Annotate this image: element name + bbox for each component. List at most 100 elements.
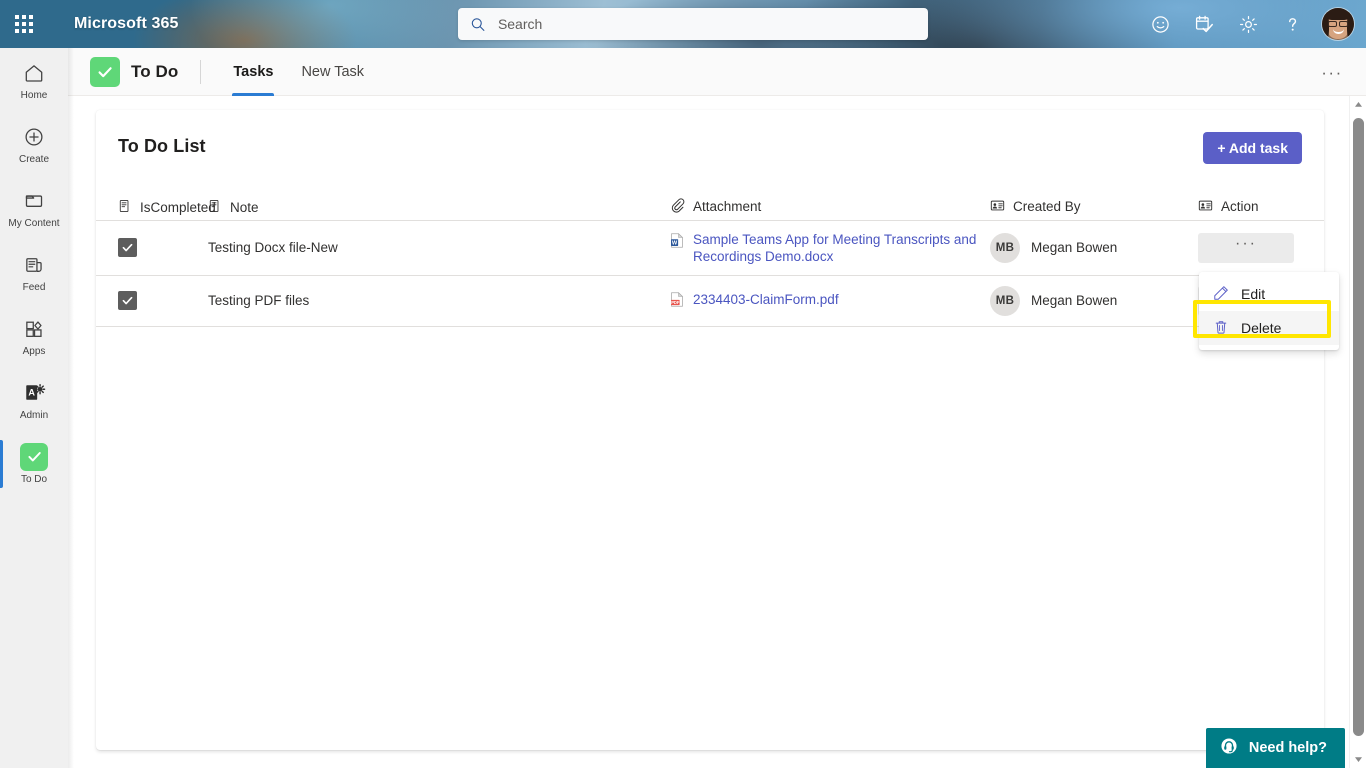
row-action-menu-button[interactable]: ···: [1198, 232, 1294, 263]
checkmark-icon: [90, 56, 120, 87]
home-icon: [23, 59, 45, 87]
sidebar-item-label: Admin: [19, 409, 49, 421]
sidebar-item-admin[interactable]: A Admin: [0, 368, 68, 432]
checkbox-completed[interactable]: [118, 291, 137, 310]
cell-attachment: W Sample Teams App for Meeting Transcrip…: [670, 220, 990, 276]
pencil-icon: [1213, 285, 1229, 304]
avatar: MB: [990, 285, 1020, 316]
calendar-check-icon[interactable]: [1182, 0, 1226, 48]
sidebar-item-feed[interactable]: Feed: [0, 240, 68, 304]
contact-card-icon: [1198, 198, 1213, 216]
attachment-link[interactable]: Sample Teams App for Meeting Transcripts…: [693, 231, 990, 265]
sidebar-item-apps[interactable]: Apps: [0, 304, 68, 368]
need-help-button[interactable]: Need help?: [1205, 728, 1345, 768]
suite-brand-label[interactable]: Microsoft 365: [74, 15, 178, 33]
vertical-scrollbar[interactable]: [1349, 96, 1366, 768]
gear-icon[interactable]: [1226, 0, 1270, 48]
column-header-label: Attachment: [693, 199, 762, 214]
add-task-button[interactable]: + Add task: [1203, 132, 1302, 164]
table-body: Testing Docx file-New W Sample Teams App…: [96, 220, 1324, 327]
page-content-area: To Do List + Add task IsCompleted Note A…: [68, 96, 1366, 768]
card-title: To Do List: [118, 136, 206, 156]
suite-actions: [1138, 0, 1358, 48]
caret-up-icon[interactable]: [1350, 96, 1366, 113]
search-icon: [471, 17, 485, 31]
note-doc-icon: [118, 199, 132, 216]
card-header: To Do List + Add task: [96, 110, 1324, 186]
avatar: MB: [990, 232, 1020, 263]
cell-iscompleted: [96, 220, 208, 276]
tab-new-task[interactable]: New Task: [287, 48, 378, 96]
help-question-icon[interactable]: [1270, 0, 1314, 48]
sidebar-item-my-content[interactable]: My Content: [0, 176, 68, 240]
app-more-options-button[interactable]: ···: [1320, 62, 1344, 84]
table-header: IsCompleted Note Attachment Created By A…: [96, 186, 1324, 221]
sidebar-item-label: My Content: [8, 217, 60, 229]
trash-icon: [1213, 319, 1229, 338]
search-box[interactable]: [458, 8, 928, 40]
cell-note: Testing Docx file-New: [208, 220, 670, 276]
sidebar-item-home[interactable]: Home: [0, 48, 68, 112]
need-help-label: Need help?: [1248, 740, 1327, 756]
context-menu-item-edit[interactable]: Edit: [1199, 277, 1339, 311]
context-menu-item-delete[interactable]: Delete: [1199, 311, 1339, 345]
sidebar-item-to-do[interactable]: To Do: [0, 432, 68, 496]
cell-created-by: MB Megan Bowen: [990, 220, 1198, 276]
sidebar-item-label: Home: [20, 89, 48, 101]
scrollbar-thumb[interactable]: [1353, 118, 1364, 736]
left-navigation-rail: Home Create My Content Feed Apps A Admin…: [0, 48, 74, 768]
column-header-label: Note: [230, 199, 259, 215]
column-header-attachment[interactable]: Attachment: [670, 186, 990, 221]
context-menu-item-label: Delete: [1241, 320, 1282, 336]
created-by-name: Megan Bowen: [1031, 240, 1118, 255]
tasks-table: IsCompleted Note Attachment Created By A…: [96, 186, 1324, 327]
sidebar-item-label: To Do: [20, 473, 48, 485]
tab-label: New Task: [301, 63, 365, 80]
folder-icon: [23, 187, 45, 215]
note-text: Testing Docx file-New: [208, 240, 338, 255]
column-header-action[interactable]: Action: [1198, 186, 1324, 221]
cell-iscompleted: [96, 275, 208, 327]
feedback-smiley-icon[interactable]: [1138, 0, 1182, 48]
app-launcher-icon[interactable]: [0, 0, 48, 48]
app-header-bar: To Do Tasks New Task ···: [68, 48, 1366, 96]
column-header-iscompleted[interactable]: IsCompleted: [96, 186, 216, 221]
plus-circle-icon: [23, 123, 45, 151]
table-row[interactable]: Testing Docx file-New W Sample Teams App…: [96, 220, 1324, 276]
suite-header-bar: Microsoft 365: [0, 0, 1366, 48]
table-row[interactable]: Testing PDF files PDF 2334403-ClaimForm.…: [96, 275, 1324, 327]
column-header-label: Action: [1221, 199, 1259, 214]
divider: [200, 59, 202, 84]
tab-label: Tasks: [233, 63, 274, 80]
sidebar-item-label: Feed: [22, 281, 46, 293]
sidebar-item-create[interactable]: Create: [0, 112, 68, 176]
paperclip-icon: [670, 197, 685, 216]
note-text: Testing PDF files: [208, 293, 310, 308]
cell-attachment: PDF 2334403-ClaimForm.pdf: [670, 275, 990, 327]
svg-text:W: W: [672, 240, 678, 246]
contact-card-icon: [990, 198, 1005, 216]
word-file-icon: W: [670, 232, 684, 251]
sidebar-item-label: Create: [18, 153, 49, 165]
caret-down-icon[interactable]: [1350, 751, 1366, 768]
column-header-label: Created By: [1013, 199, 1081, 214]
tab-tasks[interactable]: Tasks: [219, 48, 287, 96]
created-by-name: Megan Bowen: [1031, 293, 1118, 308]
column-header-note[interactable]: Note: [208, 186, 670, 221]
to-do-list-card: To Do List + Add task IsCompleted Note A…: [96, 110, 1339, 750]
attachment-link[interactable]: 2334403-ClaimForm.pdf: [693, 291, 839, 308]
app-tab-list: Tasks New Task: [219, 48, 378, 96]
note-doc-icon: [208, 199, 222, 216]
row-context-menu: Edit Delete: [1199, 272, 1339, 350]
column-header-created-by[interactable]: Created By: [990, 186, 1198, 221]
checkbox-completed[interactable]: [118, 238, 137, 257]
headset-icon: [1220, 737, 1238, 759]
cell-created-by: MB Megan Bowen: [990, 275, 1198, 327]
search-input[interactable]: [497, 16, 916, 32]
context-menu-item-label: Edit: [1241, 286, 1266, 302]
pdf-file-icon: PDF: [670, 292, 684, 310]
svg-text:A: A: [28, 387, 35, 397]
svg-text:PDF: PDF: [671, 300, 680, 305]
user-avatar[interactable]: [1322, 8, 1354, 40]
cell-note: Testing PDF files: [208, 275, 670, 327]
